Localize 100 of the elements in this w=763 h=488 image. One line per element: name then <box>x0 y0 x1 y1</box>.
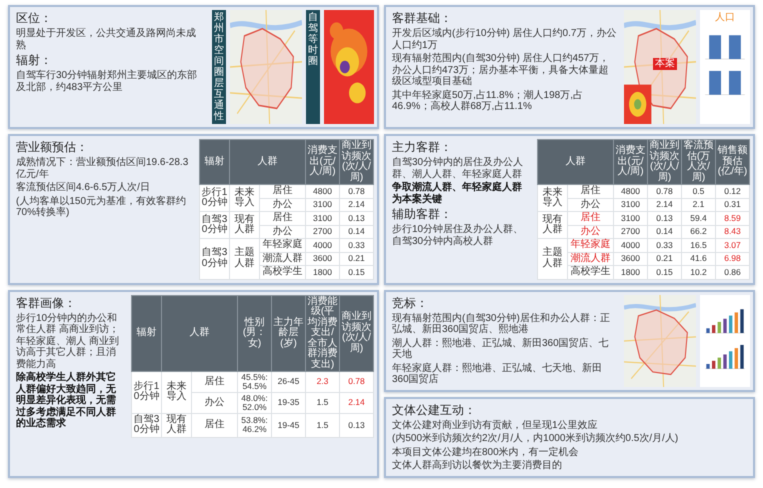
table-cell: 0.13 <box>340 413 374 438</box>
table-cell: 48.0%: 52.0% <box>238 392 272 414</box>
table-cell: 4000 <box>306 238 340 252</box>
table-cell: 现有人群 <box>162 413 192 438</box>
slide-heading: 辐射： <box>16 53 53 68</box>
column-header: 人群 <box>162 295 238 372</box>
table-cell: 0.31 <box>716 198 750 212</box>
table-cell: 59.4 <box>682 212 716 225</box>
table-cell: 3100 <box>614 198 648 212</box>
table-cell: 2.3 <box>306 372 340 392</box>
table-cell: 办公 <box>568 198 614 212</box>
paragraph: 除高校学生人群外其它人群偏好大致趋同，无明显差异化表现，无需过多考虑满足不同人群的业态需求 <box>16 372 117 430</box>
table-cell: 办公 <box>260 198 306 212</box>
table-cell: 16.5 <box>682 238 716 252</box>
paragraph: 明显处于开发区，公共交通及路网尚未成熟 <box>16 28 197 51</box>
table-cell: 步行10分钟 <box>200 184 230 212</box>
table-cell: 年轻家庭 <box>260 238 306 252</box>
paragraph: 现有辐射范围内(自驾30分钟) 居住人口约457万，办公人口约473万；居办基本平衡，具备大体量超级区域型项目基础 <box>392 53 610 88</box>
table-cell: 办公 <box>260 225 306 238</box>
table-cell: 0.13 <box>340 212 374 225</box>
table-cell: 1800 <box>614 266 648 279</box>
column-header: 消费能级(平均消费支出/全市人群消费支出) <box>306 295 340 372</box>
column-header: 销售额预估(亿/年) <box>716 140 750 184</box>
table-cell: 高校学生 <box>260 266 306 279</box>
paragraph: 争取潮流人群、年轻家庭人群为本案关键 <box>392 182 523 205</box>
table-cell: 0.15 <box>648 266 682 279</box>
table-cell: 10.2 <box>682 266 716 279</box>
table-cell: 0.14 <box>340 225 374 238</box>
table-cell: 1.5 <box>306 413 340 438</box>
table-cell: 1800 <box>306 266 340 279</box>
paragraph: 自驾车行30分钟辐射郑州主要城区的东部及北部，约483平方公里 <box>16 70 198 93</box>
table-cell: 26-45 <box>272 372 306 392</box>
table-cell: 潮流人群 <box>568 252 614 266</box>
paragraph: 文体公建对商业到访有贡献，但呈现1公里效应 <box>392 420 599 431</box>
table-cell: 自驾30分钟 <box>132 413 162 438</box>
paragraph: 年轻家庭人群：熙地港、正弘城、七天地、新田360国贸店 <box>392 362 603 386</box>
slide-heading: 辅助客群： <box>392 207 453 222</box>
table-cell: 2700 <box>614 225 648 238</box>
column-header: 商业到访频次(次/人/周) <box>340 295 374 372</box>
column-header: 商业到访频次(次/人/周) <box>340 140 374 184</box>
table-cell: 66.2 <box>682 225 716 238</box>
table-cell: 6.98 <box>716 252 750 266</box>
table-cell: 自驾30分钟 <box>200 212 230 238</box>
table-cell: 未来导入 <box>230 184 260 212</box>
table-cell: 1.5 <box>306 392 340 414</box>
paragraph: 其中年轻家庭50万,占11.8%；潮人198万,占46.9%；高校人群68万,占11.1% <box>392 90 584 112</box>
table-cell: 2.14 <box>648 198 682 212</box>
table-cell: 0.33 <box>648 238 682 252</box>
table-cell: 8.59 <box>716 212 750 225</box>
column-header: 性别(男：女) <box>238 295 272 372</box>
column-header: 辐射 <box>132 295 162 372</box>
table-cell: 3100 <box>306 212 340 225</box>
table-cell: 潮流人群 <box>260 252 306 266</box>
paragraph: (人均客单以150元为基准，有效客群约70%转换率) <box>16 196 188 218</box>
table-cell: 步行10分钟 <box>132 372 162 414</box>
slide-heading: 营业额预估： <box>16 140 89 155</box>
table-cell: 0.78 <box>340 184 374 198</box>
table-cell: 3100 <box>614 212 648 225</box>
table-cell: 自驾30分钟 <box>200 238 230 279</box>
column-header: 辐射 <box>200 140 230 184</box>
table-cell: 2700 <box>306 225 340 238</box>
table-cell: 4800 <box>614 184 648 198</box>
slide-heading: 客群画像： <box>16 296 77 310</box>
table-cell: 0.14 <box>648 225 682 238</box>
paragraph: 自驾30分钟内的居住及办公人群、潮人人群、年轻家庭人群 <box>392 157 524 180</box>
table-cell: 3600 <box>614 252 648 266</box>
table-cell: 2.1 <box>682 198 716 212</box>
table-cell: 0.78 <box>648 184 682 198</box>
vertical-banner: 自驾等时圈 <box>306 10 320 124</box>
vertical-banner: 郑州市空间圈层互通性 <box>212 10 226 124</box>
table-cell: 未来导入 <box>162 372 192 414</box>
paragraph: 现有辐射范围内(自驾30分钟)居住和办公人群：正弘城、新田360国贸店、熙地港 <box>392 312 611 336</box>
paragraph: 成熟情况下：营业额预估区间19.6-28.3亿元/年 <box>16 157 190 180</box>
table-cell: 2.14 <box>340 198 374 212</box>
slide-heading: 主力客群： <box>392 140 453 155</box>
table-cell: 居住 <box>260 184 306 198</box>
table-cell: 41.6 <box>682 252 716 266</box>
table-cell: 现有人群 <box>538 212 568 238</box>
table-cell: 未来导入 <box>538 184 568 212</box>
paragraph: 步行10分钟内的办公和常住人群 高商业到访；年轻家庭、潮人 商业到访高于其它人群；且消费能力高 <box>16 312 120 370</box>
table-cell: 0.13 <box>648 212 682 225</box>
slide-heading: 竞标： <box>392 296 429 310</box>
table-cell: 0.21 <box>648 252 682 266</box>
column-header: 消费支出(元/人/周) <box>306 140 340 184</box>
table-cell: 办公 <box>568 225 614 238</box>
paragraph: 文体人群高到访以餐饮为主要消费目的 <box>392 460 563 472</box>
column-header: 客流预估(万人次/周) <box>682 140 716 184</box>
table-cell: 年轻家庭 <box>568 238 614 252</box>
table-cell: 4800 <box>306 184 340 198</box>
table-cell: 19-35 <box>272 392 306 414</box>
table-cell: 0.21 <box>340 252 374 266</box>
table-cell: 3.07 <box>716 238 750 252</box>
column-header: 主力年龄层(岁) <box>272 295 306 372</box>
chart-title: 人口 <box>715 12 735 23</box>
table-cell: 0.78 <box>340 372 374 392</box>
paragraph: 潮人人群：熙地港、正弘城、新田360国贸店、七天地 <box>392 338 610 360</box>
table-cell: 居住 <box>568 212 614 225</box>
table-cell: 主题人群 <box>230 238 260 279</box>
table-cell: 8.43 <box>716 225 750 238</box>
slide-heading: 文体公建互动： <box>392 402 477 418</box>
